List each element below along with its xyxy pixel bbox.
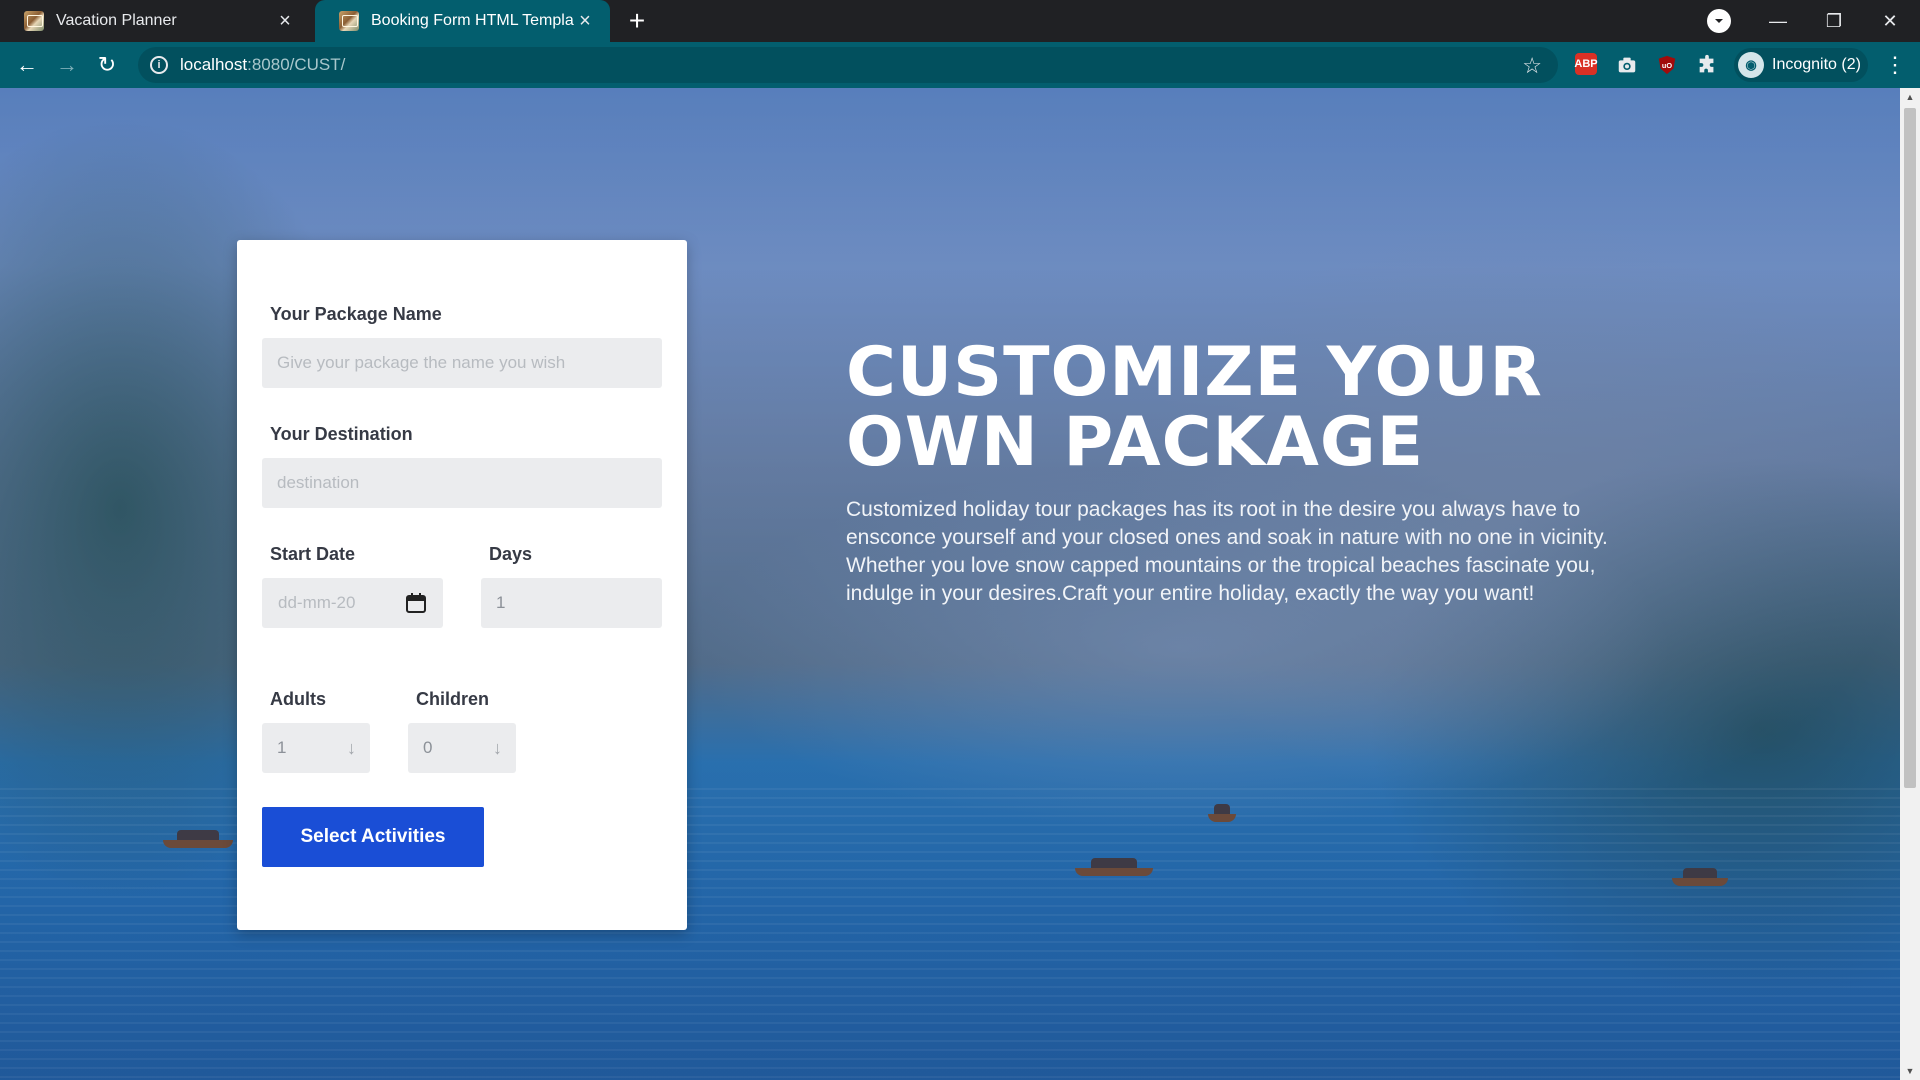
tab-strip: Vacation Planner × Booking Form HTML Tem…	[0, 0, 1920, 42]
restore-button[interactable]: ❐	[1806, 0, 1862, 42]
adults-select[interactable]: 1 ↓	[262, 723, 370, 773]
camera-icon[interactable]	[1615, 53, 1639, 77]
browser-toolbar: ← → ↻ i localhost:8080/CUST/ ☆ ABP uO ◉ …	[0, 42, 1920, 88]
arrow-down-icon: ↓	[347, 737, 356, 758]
children-select[interactable]: 0 ↓	[408, 723, 516, 773]
site-favicon-icon	[339, 11, 359, 31]
booking-form-card: Your Package Name Give your package the …	[237, 240, 687, 930]
browser-menu-button[interactable]: ⋮	[1880, 50, 1910, 80]
hero-title-line1: CUSTOMIZE YOUR	[846, 333, 1543, 412]
incognito-icon: ◉	[1738, 52, 1764, 78]
tab-booking-form[interactable]: Booking Form HTML Template ×	[315, 0, 610, 42]
destination-label: Your Destination	[270, 424, 413, 444]
incognito-profile-button[interactable]: ◉ Incognito (2)	[1734, 48, 1868, 82]
scroll-up-icon[interactable]: ▲	[1900, 88, 1920, 106]
new-tab-button[interactable]: +	[620, 4, 654, 38]
tab-title: Booking Form HTML Template	[371, 12, 574, 29]
back-button[interactable]: ←	[11, 49, 43, 81]
scroll-down-icon[interactable]: ▼	[1900, 1062, 1920, 1080]
boat-image	[1075, 858, 1153, 876]
adults-label: Adults	[270, 689, 326, 709]
address-bar[interactable]: i localhost:8080/CUST/ ☆	[138, 47, 1558, 83]
close-icon[interactable]: ×	[574, 10, 596, 32]
tab-search-button[interactable]	[1707, 9, 1731, 33]
start-date-label: Start Date	[270, 544, 356, 564]
boat-image	[163, 830, 233, 848]
url-host: localhost	[180, 55, 248, 74]
forward-button[interactable]: →	[51, 49, 83, 81]
days-input[interactable]: 1	[481, 578, 662, 628]
boat-image	[1208, 804, 1236, 822]
days-label: Days	[489, 544, 533, 564]
hero-title-line2: OWN PACKAGE	[846, 403, 1425, 482]
hero-title: CUSTOMIZE YOUR OWN PACKAGE	[846, 338, 1606, 478]
url-path: :8080/CUST/	[247, 55, 346, 74]
start-date-input[interactable]: dd-mm-20	[262, 578, 443, 628]
puzzle-icon[interactable]	[1695, 53, 1719, 77]
tab-title: Vacation Planner	[56, 12, 177, 29]
svg-text:uO: uO	[1662, 61, 1672, 70]
boat-image	[1672, 868, 1728, 886]
site-favicon-icon	[24, 11, 44, 31]
page-viewport: Your Package Name Give your package the …	[0, 88, 1900, 1080]
reload-button[interactable]: ↻	[91, 49, 123, 81]
package-name-input[interactable]: Give your package the name you wish	[262, 338, 662, 388]
tab-vacation-planner[interactable]: Vacation Planner ×	[0, 0, 310, 42]
select-activities-button[interactable]: Select Activities	[262, 807, 484, 867]
ublock-icon[interactable]: uO	[1655, 53, 1679, 77]
bookmark-star-icon[interactable]: ☆	[1522, 53, 1542, 79]
minimize-button[interactable]: —	[1750, 0, 1806, 42]
chevron-down-icon	[1715, 19, 1723, 23]
scrollbar-thumb[interactable]	[1904, 108, 1916, 788]
hero-description: Customized holiday tour packages has its…	[846, 498, 1608, 605]
destination-input[interactable]: destination	[262, 458, 662, 508]
profile-label: Incognito (2)	[1772, 56, 1861, 73]
close-icon[interactable]: ×	[274, 10, 296, 32]
adblock-icon[interactable]: ABP	[1574, 53, 1598, 75]
children-label: Children	[416, 689, 490, 709]
arrow-down-icon: ↓	[493, 737, 502, 758]
package-name-label: Your Package Name	[270, 304, 442, 324]
calendar-icon[interactable]	[405, 592, 427, 614]
info-icon[interactable]: i	[150, 56, 168, 74]
page-scrollbar[interactable]: ▲ ▼	[1900, 88, 1920, 1080]
close-window-button[interactable]: ✕	[1862, 0, 1918, 42]
